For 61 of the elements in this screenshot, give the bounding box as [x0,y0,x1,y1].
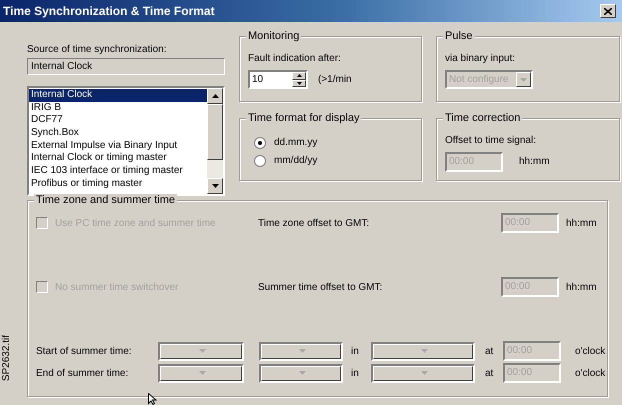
list-item[interactable]: IEC 103 interface or timing master [29,165,207,178]
scroll-thumb[interactable] [207,104,223,160]
caret-icon [520,78,527,82]
dropdown[interactable] [371,342,475,360]
close-icon [604,8,612,14]
offset-label: Offset to time signal: [445,134,537,146]
unit-label: hh:mm [519,156,550,167]
scroll-up-icon [212,94,218,98]
scrollbar[interactable] [207,88,223,194]
unit-label: hh:mm [566,218,598,228]
list-item[interactable]: Synch.Box [29,127,207,140]
figure-label: SP2632.tif [1,335,12,382]
at-label: at [484,368,494,378]
at-label: at [484,346,494,356]
caret-icon [298,349,306,353]
offset-label: Summer time offset to GMT: [258,282,384,292]
radio-button[interactable] [254,154,266,166]
radio-label: mm/dd/yy [274,155,318,166]
list-item[interactable]: Profibus or timing master [29,178,207,190]
caret-icon [198,349,206,353]
source-field: Internal Clock [27,58,225,75]
dropdown[interactable] [158,364,244,382]
unit-label: o'clock [574,346,606,356]
dropdown[interactable] [259,342,343,360]
spin-up-icon [296,74,302,78]
dropdown[interactable] [259,364,343,382]
source-label: Source of time synchronization: [27,44,168,55]
close-button[interactable] [600,4,616,18]
cursor-icon [148,393,157,405]
group-title: Monitoring [246,30,302,42]
group-title: Time format for display [246,112,362,124]
group-title: Pulse [443,30,475,42]
spin-field[interactable]: 10 [248,70,308,89]
radio-button[interactable] [254,136,266,148]
spin-down-icon [296,82,302,85]
window-title: Time Synchronization & Time Format [3,4,215,18]
in-label: in [350,346,360,356]
caret-icon [298,371,306,375]
pulse-label: via binary input: [445,53,516,64]
list-item[interactable]: Internal Clock [29,89,207,102]
list-item[interactable]: IRIG B [29,102,207,114]
unit-label: o'clock [574,368,606,378]
dropdown[interactable] [158,342,244,360]
dropdown[interactable] [371,364,475,382]
in-label: in [350,368,360,378]
caret-icon [420,349,428,353]
caret-icon [198,371,206,375]
radio-label: dd.mm.yy [274,137,318,148]
offset-label: Time zone offset to GMT: [258,218,370,228]
list-item[interactable]: DCF77 [29,114,207,128]
fault-label: Fault indication after: [248,53,342,64]
list-item[interactable]: Internal Clock or timing master [29,152,207,166]
group-title: Time correction [443,112,522,124]
summer-time-label: End of summer time: [36,368,130,378]
unit-label: hh:mm [566,282,598,292]
summer-time-label: Start of summer time: [36,346,133,356]
group-title: Time zone and summer time [34,194,177,206]
list-item[interactable]: External Impulse via Binary Input [29,140,207,152]
scroll-down-icon [212,184,218,188]
caret-icon [420,371,428,375]
unit-label: (>1/min [318,74,352,85]
